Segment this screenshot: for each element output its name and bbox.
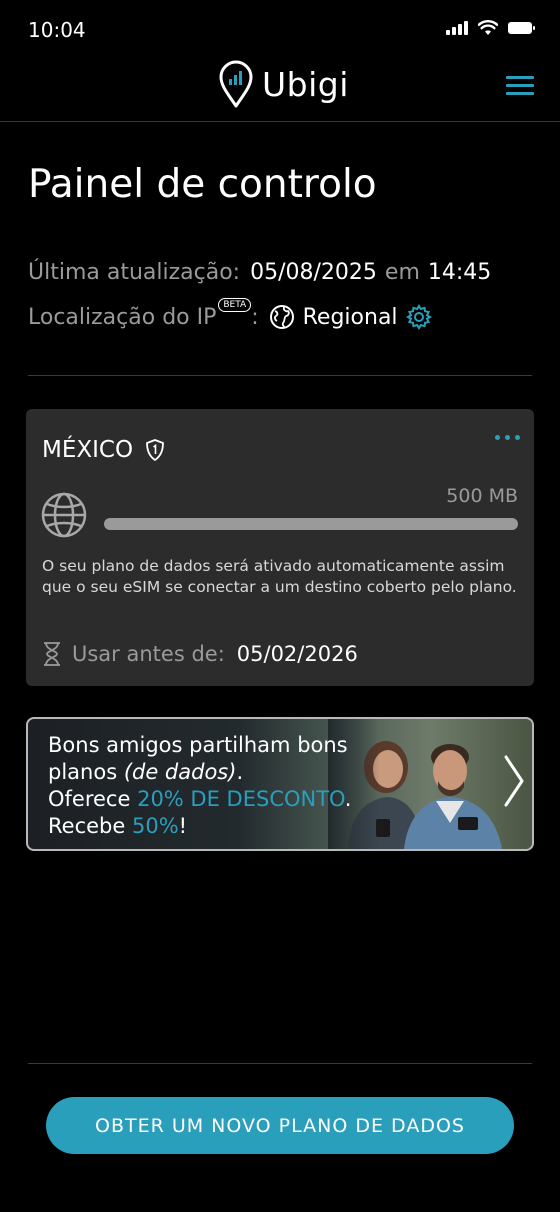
brand-name: Ubigi	[262, 64, 349, 104]
hamburger-menu-icon[interactable]	[506, 76, 536, 96]
promo-line1-b: bons	[297, 733, 348, 757]
section-divider	[28, 375, 532, 376]
get-new-plan-button[interactable]: OBTER UM NOVO PLANO DE DADOS	[46, 1097, 514, 1154]
plan-card[interactable]: MÉXICO 500 MB O seu plano de dados será …	[26, 409, 534, 686]
referral-promo-banner[interactable]: Bons amigos partilham bons planos (de da…	[26, 717, 534, 851]
world-icon	[269, 305, 294, 329]
signal-icon	[446, 21, 468, 35]
last-update-date: 05/08/2025	[250, 260, 377, 285]
shield-icon	[146, 439, 164, 461]
last-update-connector: em	[384, 260, 420, 285]
promo-line3-a: Oferece	[48, 787, 138, 811]
chevron-right-icon[interactable]	[502, 753, 526, 809]
promo-line2-a: planos	[48, 760, 124, 784]
location-pin-icon	[219, 60, 253, 108]
promo-line4-a: Recebe	[48, 814, 132, 838]
battery-icon	[508, 22, 535, 34]
promo-discount: 20% DE DESCONTO	[137, 787, 345, 811]
hourglass-icon	[44, 642, 60, 666]
last-update-time: 14:45	[427, 260, 492, 285]
status-time: 10:04	[28, 18, 86, 42]
footer-divider	[28, 1063, 532, 1064]
promo-line3-c: .	[344, 787, 352, 811]
ip-location-colon: :	[251, 304, 259, 330]
more-dots-icon[interactable]	[495, 435, 520, 440]
plan-data-amount: 500 MB	[446, 485, 518, 507]
ip-location-label: Localização do IP	[28, 304, 217, 330]
last-update-row: Última atualização: 05/08/2025 em 14:45	[28, 260, 491, 285]
ip-location-value: Regional	[302, 304, 398, 330]
beta-badge: BETA	[218, 298, 252, 312]
page-title: Painel de controlo	[28, 162, 377, 207]
plan-country-name: MÉXICO	[42, 437, 134, 463]
plan-activation-note: O seu plano de dados será ativado automa…	[42, 557, 517, 596]
use-before-row: Usar antes de: 05/02/2026	[42, 641, 358, 667]
status-icons	[446, 20, 535, 36]
last-update-label: Última atualização:	[28, 260, 241, 285]
status-bar: 10:04	[0, 0, 560, 60]
brand-logo[interactable]: Ubigi	[218, 60, 349, 108]
ip-location-row: Localização do IP BETA : Regional	[28, 298, 432, 330]
wifi-icon	[478, 20, 498, 35]
promo-line2-b: (de dados)	[123, 760, 237, 784]
promo-line2-c: .	[236, 760, 244, 784]
plan-country: MÉXICO	[42, 437, 165, 463]
promo-line4-c: !	[178, 814, 188, 838]
globe-icon	[40, 491, 88, 543]
app-header: Ubigi	[0, 60, 560, 122]
data-usage-bar	[104, 518, 518, 530]
promo-line1-a: Bons amigos partilham	[48, 733, 298, 757]
gear-icon[interactable]	[405, 304, 432, 330]
use-before-date: 05/02/2026	[236, 642, 358, 666]
promo-text: Bons amigos partilham bons planos (de da…	[48, 732, 351, 840]
use-before-label: Usar antes de:	[72, 642, 225, 666]
promo-reward: 50%	[131, 814, 179, 838]
